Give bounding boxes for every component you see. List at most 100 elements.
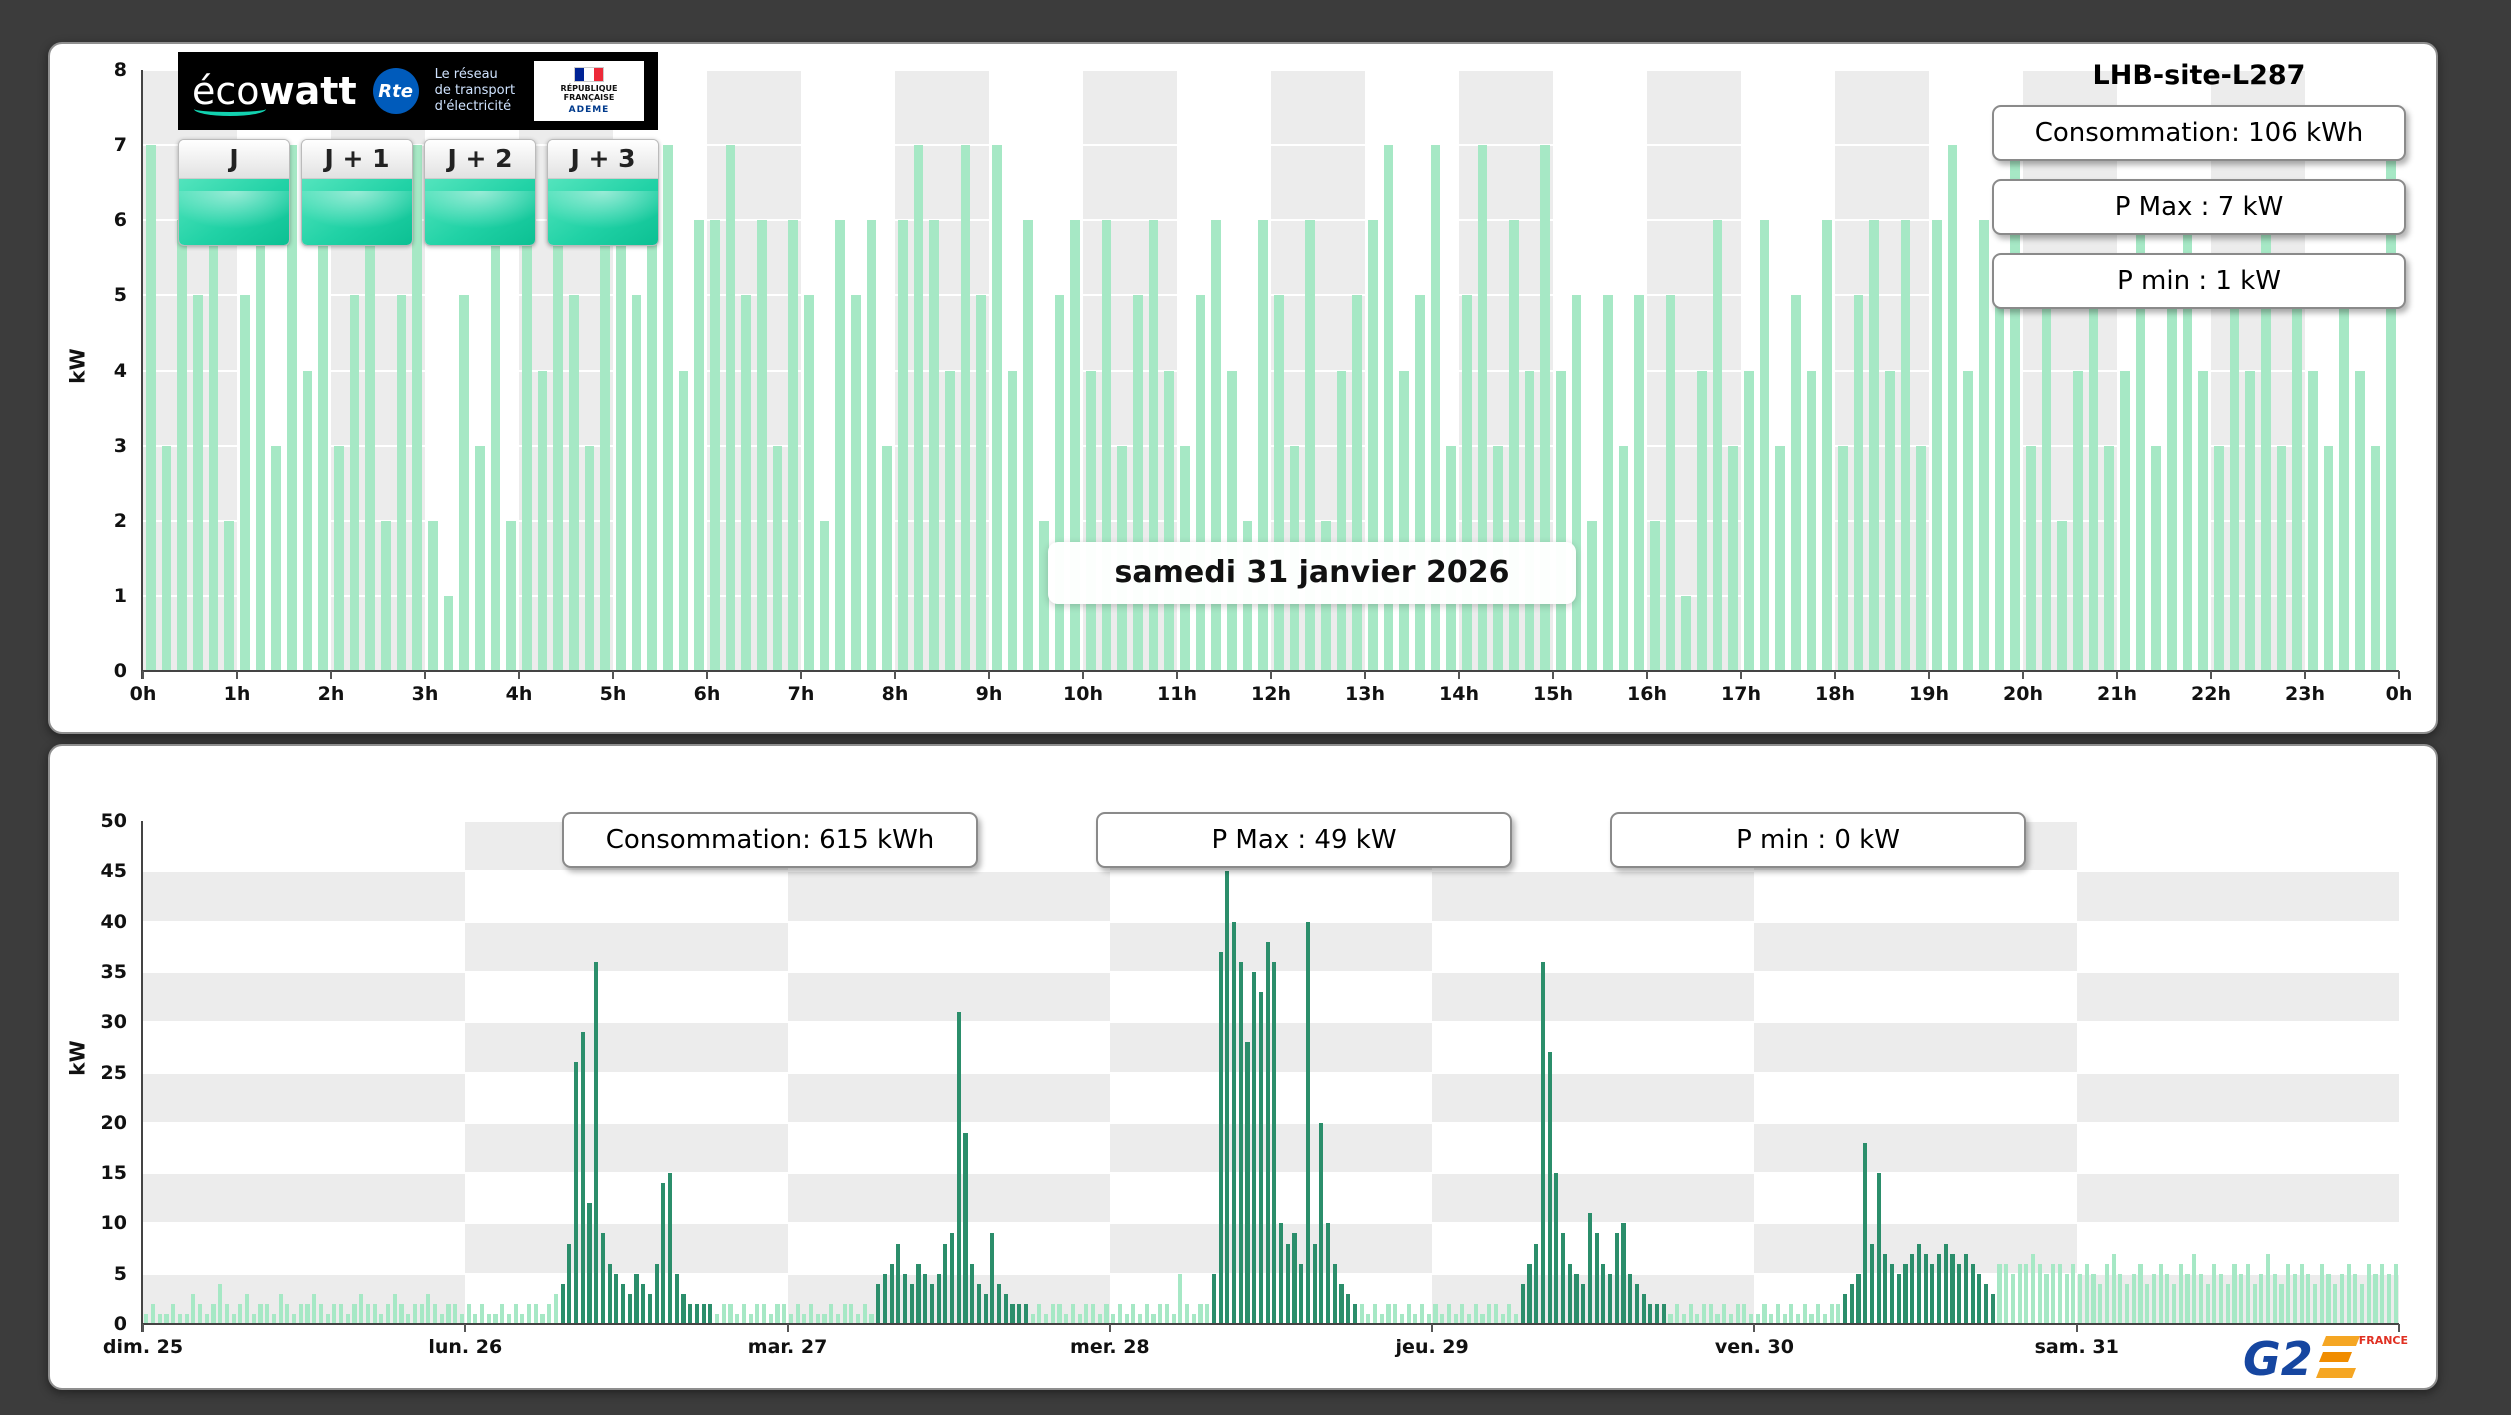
power-bar[interactable] — [560, 1283, 565, 1324]
power-bar[interactable] — [1218, 951, 1223, 1324]
power-bar[interactable] — [2292, 295, 2302, 671]
power-bar[interactable] — [1910, 1253, 1915, 1324]
power-bar[interactable] — [2037, 1263, 2042, 1324]
power-bar[interactable] — [2165, 1273, 2170, 1324]
power-bar[interactable] — [1054, 295, 1065, 671]
power-bar[interactable] — [897, 220, 908, 671]
power-bar[interactable] — [1836, 1303, 1841, 1324]
power-bar[interactable] — [1386, 1303, 1391, 1324]
power-bar[interactable] — [631, 295, 642, 671]
power-bar[interactable] — [1359, 1303, 1364, 1324]
power-bar[interactable] — [1419, 1303, 1425, 1324]
power-bar[interactable] — [1649, 520, 1660, 671]
power-bar[interactable] — [1070, 1303, 1075, 1324]
power-bar[interactable] — [2245, 370, 2255, 671]
power-bar[interactable] — [224, 1303, 229, 1324]
power-bar[interactable] — [1184, 1303, 1190, 1324]
power-bar[interactable] — [1273, 295, 1284, 671]
power-bar[interactable] — [2041, 295, 2052, 671]
power-bar[interactable] — [1252, 971, 1257, 1324]
power-bar[interactable] — [1587, 1213, 1592, 1324]
power-bar[interactable] — [2118, 1273, 2123, 1324]
power-bar[interactable] — [949, 1233, 955, 1324]
power-bar[interactable] — [842, 1303, 847, 1324]
power-bar[interactable] — [479, 1303, 485, 1324]
power-bar[interactable] — [1587, 520, 1597, 671]
power-bar[interactable] — [1735, 1303, 1740, 1324]
power-bar[interactable] — [909, 1283, 914, 1324]
power-bar[interactable] — [627, 1293, 632, 1324]
power-bar[interactable] — [1540, 961, 1545, 1324]
power-bar[interactable] — [2158, 1263, 2163, 1324]
power-bar[interactable] — [1023, 1303, 1028, 1324]
power-bar[interactable] — [2064, 1273, 2069, 1324]
power-bar[interactable] — [929, 220, 939, 671]
power-bar[interactable] — [976, 1283, 981, 1324]
power-bar[interactable] — [2057, 520, 2067, 671]
power-bar[interactable] — [1144, 1303, 1149, 1324]
power-bar[interactable] — [218, 1283, 223, 1324]
power-bar[interactable] — [2104, 1263, 2109, 1324]
power-bar[interactable] — [2380, 1263, 2385, 1324]
power-bar[interactable] — [285, 1303, 290, 1324]
power-bar[interactable] — [1406, 1303, 1411, 1324]
power-bar[interactable] — [1195, 295, 1206, 671]
power-bar[interactable] — [1225, 871, 1230, 1324]
power-bar[interactable] — [970, 1263, 975, 1324]
power-bar[interactable] — [2072, 370, 2083, 671]
power-bar[interactable] — [1947, 145, 1958, 671]
forecast-tab-j3[interactable]: J + 3 — [547, 139, 659, 246]
power-bar[interactable] — [1555, 370, 1566, 671]
power-bar[interactable] — [1883, 1253, 1888, 1324]
power-bar[interactable] — [239, 295, 250, 671]
power-bar[interactable] — [305, 1303, 310, 1324]
power-bar[interactable] — [1681, 595, 1691, 671]
power-bar[interactable] — [349, 295, 360, 671]
power-bar[interactable] — [380, 520, 391, 671]
power-bar[interactable] — [365, 220, 375, 671]
power-bar[interactable] — [1084, 1303, 1089, 1324]
power-bar[interactable] — [526, 1303, 532, 1324]
power-bar[interactable] — [2057, 1263, 2062, 1324]
power-bar[interactable] — [365, 1303, 370, 1324]
power-bar[interactable] — [996, 1283, 1002, 1324]
power-bar[interactable] — [1238, 961, 1243, 1324]
power-bar[interactable] — [1762, 1303, 1767, 1324]
power-bar[interactable] — [1889, 1263, 1895, 1324]
power-bar[interactable] — [145, 145, 156, 671]
power-bar[interactable] — [1399, 370, 1409, 671]
power-bar[interactable] — [1742, 1303, 1747, 1324]
power-bar[interactable] — [2192, 1253, 2197, 1324]
power-bar[interactable] — [1957, 1263, 1962, 1324]
power-bar[interactable] — [835, 220, 845, 671]
power-bar[interactable] — [533, 1303, 538, 1324]
power-bar[interactable] — [641, 1283, 646, 1324]
power-bar[interactable] — [506, 520, 516, 671]
power-bar[interactable] — [795, 1303, 800, 1324]
power-bar[interactable] — [1285, 1243, 1290, 1324]
power-bar[interactable] — [392, 1293, 397, 1324]
power-bar[interactable] — [2051, 1263, 2056, 1324]
power-bar[interactable] — [443, 595, 454, 671]
power-bar[interactable] — [2373, 1273, 2378, 1324]
power-bar[interactable] — [1023, 220, 1033, 671]
power-bar[interactable] — [2111, 1253, 2116, 1324]
power-bar[interactable] — [896, 1243, 901, 1324]
power-bar[interactable] — [1696, 370, 1707, 671]
power-bar[interactable] — [667, 1173, 673, 1324]
power-bar[interactable] — [2354, 370, 2365, 671]
power-bar[interactable] — [741, 295, 751, 671]
power-bar[interactable] — [580, 1032, 585, 1324]
power-bar[interactable] — [1493, 1303, 1498, 1324]
power-bar[interactable] — [1461, 295, 1472, 671]
power-bar[interactable] — [2166, 295, 2177, 671]
power-bar[interactable] — [1869, 1243, 1874, 1324]
power-bar[interactable] — [741, 1303, 746, 1324]
power-bar[interactable] — [587, 1203, 592, 1324]
power-bar[interactable] — [453, 1303, 458, 1324]
power-bar[interactable] — [1997, 1263, 2002, 1324]
power-bar[interactable] — [2218, 1273, 2224, 1324]
power-bar[interactable] — [1884, 370, 1895, 671]
power-bar[interactable] — [359, 1293, 364, 1324]
power-bar[interactable] — [936, 1273, 941, 1324]
